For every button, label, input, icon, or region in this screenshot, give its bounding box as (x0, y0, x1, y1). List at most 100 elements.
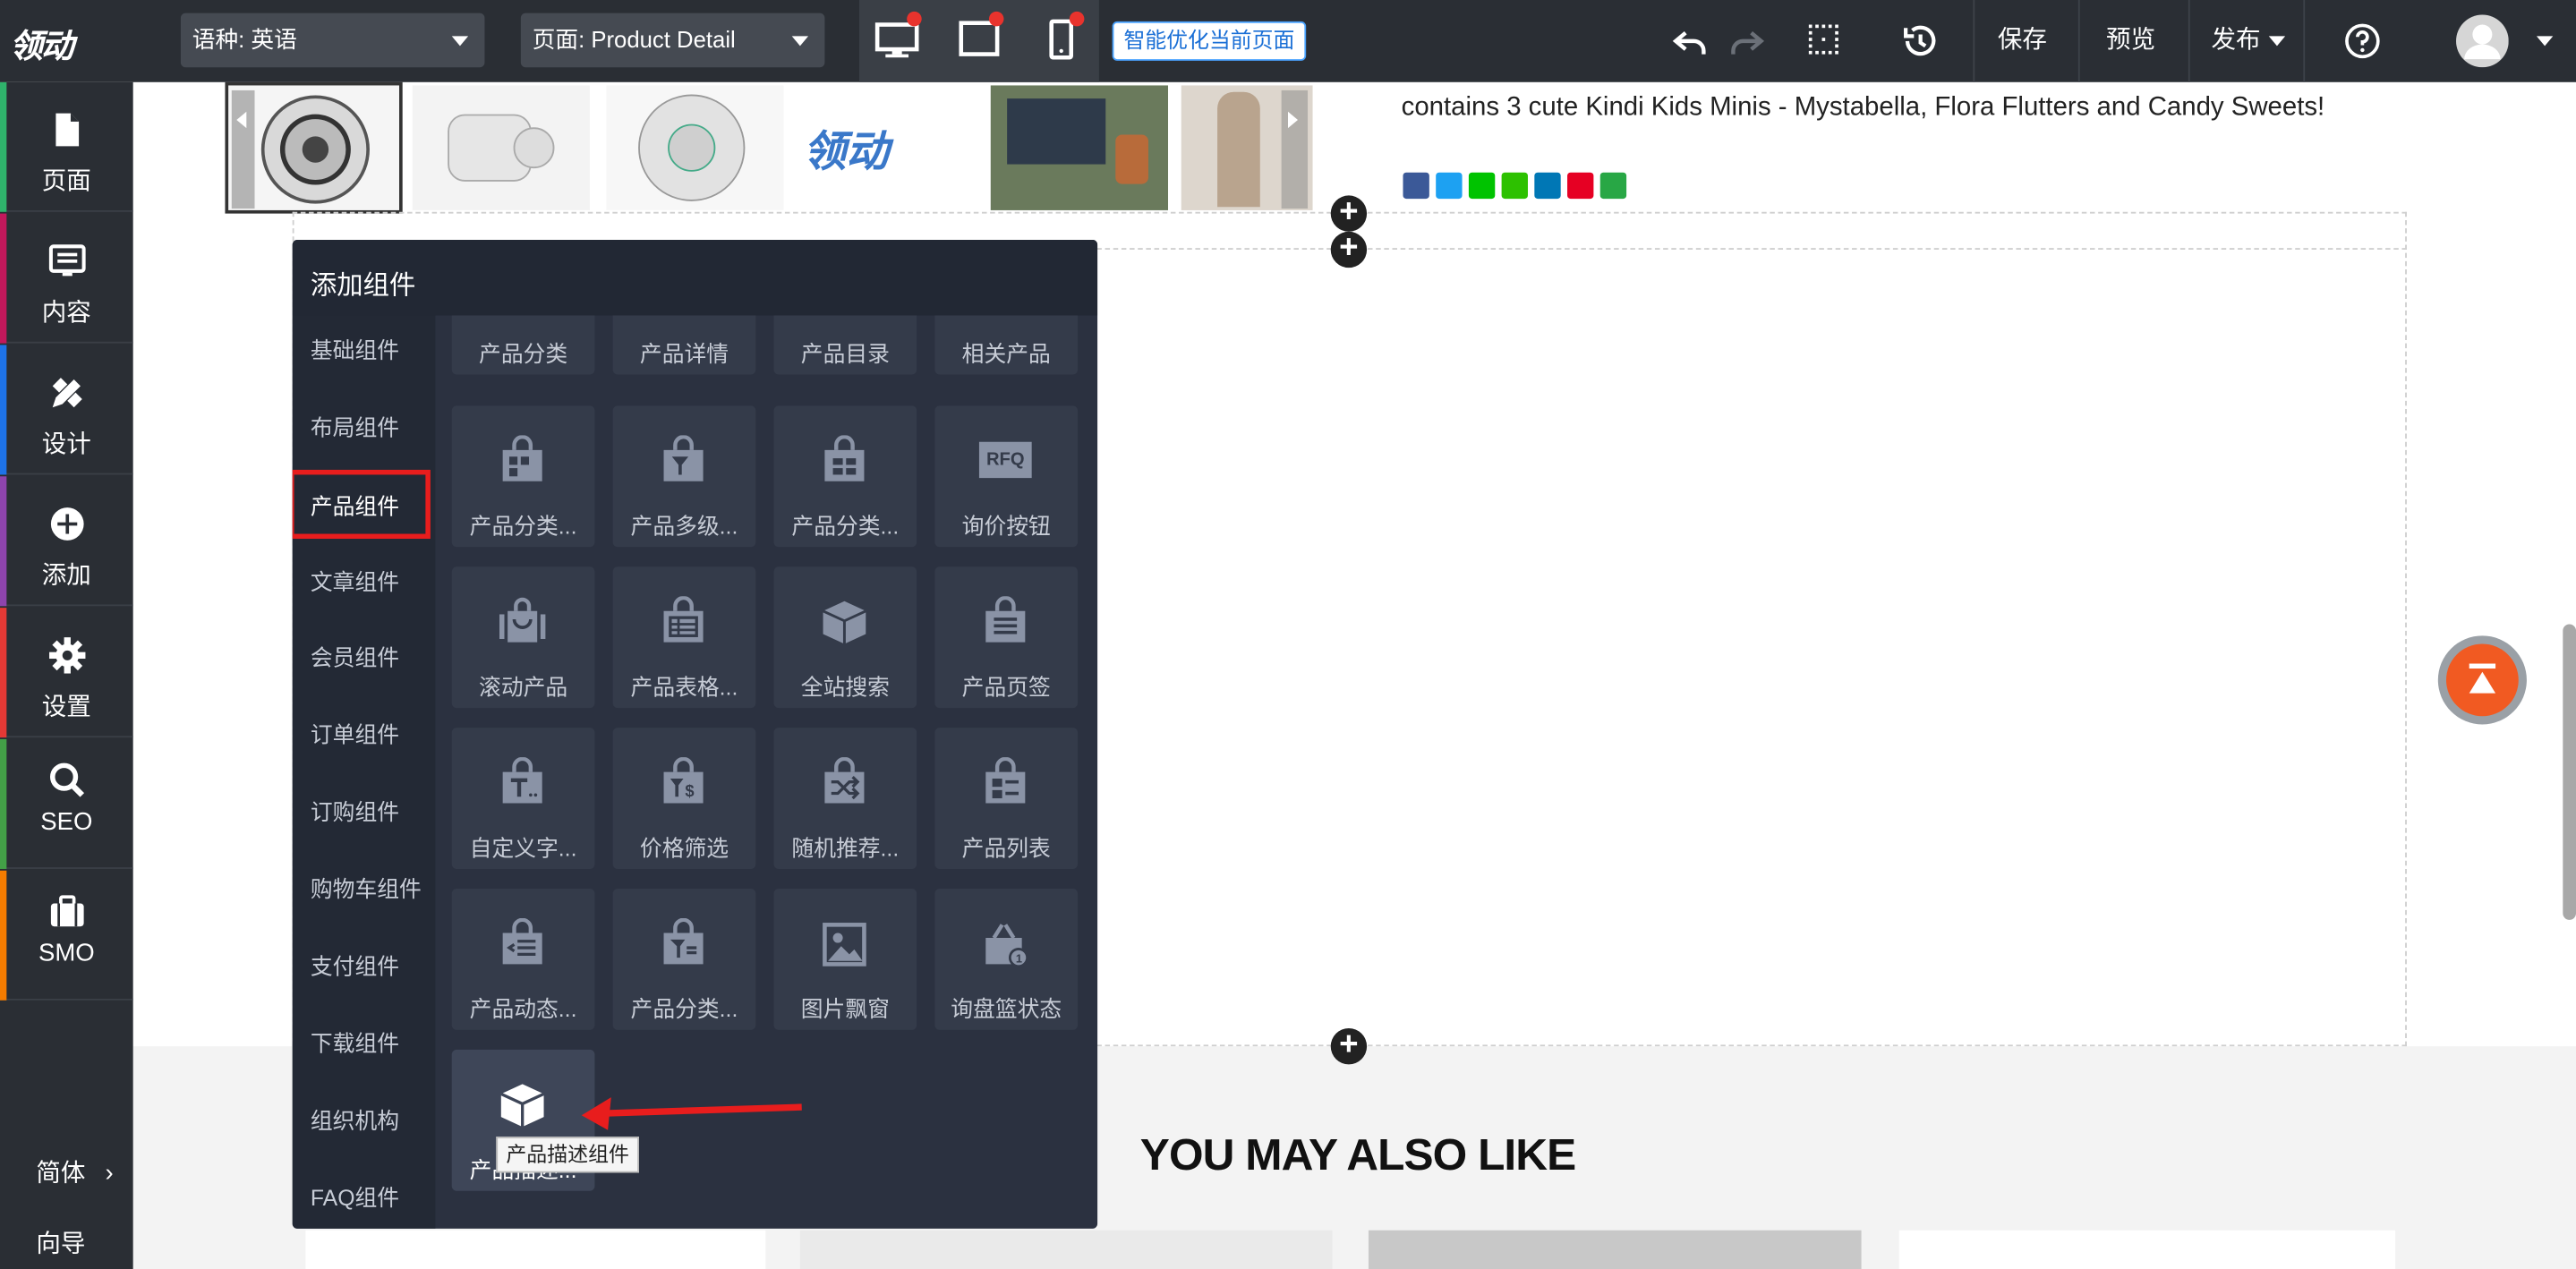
undo-icon[interactable] (1671, 23, 1710, 63)
category-order[interactable]: 订单组件 (293, 703, 436, 769)
component-tile[interactable]: 滚动产品 (451, 566, 595, 709)
grid-icon[interactable] (1805, 21, 1845, 61)
sidebar-item-page[interactable]: 页面 (0, 81, 133, 212)
arrow-up-icon (2469, 663, 2496, 694)
category-payment[interactable]: 支付组件 (293, 934, 436, 1000)
page-icon (55, 113, 80, 147)
tile-label: 全站搜索 (800, 675, 890, 700)
avatar[interactable] (2456, 14, 2509, 68)
sidebar-item-smo[interactable]: SMO (0, 870, 133, 1001)
product-description: contains 3 cute Kindi Kids Minis - Mysta… (1401, 93, 2325, 122)
component-tile[interactable]: $ 价格筛选 (612, 728, 756, 869)
share-icon[interactable] (1599, 172, 1627, 200)
product-card[interactable] (305, 1230, 766, 1269)
thumbnail[interactable] (412, 85, 590, 210)
sidebar-item-settings[interactable]: 设置 (0, 608, 133, 738)
component-tile[interactable]: 产品动态... (451, 888, 595, 1030)
sidebar-item-content[interactable]: 内容 (0, 213, 133, 344)
product-card[interactable] (799, 1230, 1333, 1269)
category-download[interactable]: 下载组件 (293, 1012, 436, 1077)
tile-label: 产品分类... (791, 514, 900, 540)
table-icon (663, 596, 704, 643)
language-switch[interactable]: 简体 › (36, 1154, 113, 1189)
guide-link[interactable]: 向导 (36, 1225, 85, 1260)
logo-image: 领动 (803, 126, 890, 176)
panel-header-mask (435, 239, 1098, 316)
category-basic[interactable]: 基础组件 (293, 319, 436, 384)
tile-label: 随机推荐... (791, 836, 900, 861)
category-purchase[interactable]: 订购组件 (293, 780, 436, 846)
component-tile[interactable]: 产品分类... (451, 405, 595, 548)
scrollbar-thumb[interactable] (2563, 624, 2576, 920)
component-tile[interactable]: 产品表格... (612, 566, 756, 709)
tile-label: 自定义字... (469, 836, 577, 861)
help-icon[interactable] (2342, 21, 2382, 61)
add-section-button[interactable]: + (1330, 1027, 1368, 1065)
preview-button[interactable]: 预览 (2080, 0, 2182, 82)
category-article[interactable]: 文章组件 (293, 550, 436, 616)
photo-image (1217, 91, 1260, 208)
history-icon[interactable] (1899, 21, 1939, 61)
alternator-image (638, 94, 746, 201)
add-section-button[interactable]: + (1330, 231, 1368, 268)
component-tile[interactable]: RFQ 询价按钮 (934, 405, 1079, 548)
product-dynamic-icon (502, 918, 542, 965)
component-tile[interactable]: 产品分类... (612, 888, 756, 1030)
notification-dot (1069, 11, 1085, 27)
chevron-right-icon (1288, 111, 1299, 129)
tile-label: 产品目录 (800, 341, 890, 367)
component-tile[interactable]: 全站搜索 (773, 566, 917, 709)
component-tile[interactable]: 1 询盘篮状态 (934, 888, 1079, 1030)
product-card[interactable] (1368, 1230, 1862, 1269)
back-to-top-button[interactable] (2437, 635, 2527, 725)
wechat-icon[interactable] (1501, 172, 1528, 200)
category-faq[interactable]: FAQ组件 (293, 1166, 436, 1229)
tile-label: 产品动态... (469, 997, 577, 1022)
category-cart[interactable]: 购物车组件 (293, 857, 436, 923)
category-layout[interactable]: 布局组件 (293, 396, 436, 461)
component-tile[interactable]: 自定义字... (451, 728, 595, 869)
sidebar-item-seo[interactable]: SEO (0, 738, 133, 869)
thumbnail-prev-button[interactable] (231, 89, 255, 209)
component-tile[interactable]: 随机推荐... (773, 728, 917, 869)
chevron-down-icon[interactable] (2536, 36, 2554, 47)
sidebar-item-label: 设计 (41, 430, 91, 459)
page-select[interactable]: 页面: Product Detail (520, 13, 825, 68)
section-heading: YOU MAY ALSO LIKE (1139, 1129, 1576, 1180)
thumbnail[interactable]: 领动 (797, 85, 975, 210)
category-product[interactable]: 产品组件 (292, 469, 431, 540)
redo-icon[interactable] (1727, 23, 1766, 63)
alternator-image (448, 114, 555, 182)
tile-label: 产品多级... (630, 514, 738, 540)
chevron-down-icon (791, 36, 809, 47)
thumbnail-next-button[interactable] (1281, 89, 1309, 209)
component-tile[interactable]: 产品列表 (934, 728, 1079, 869)
sidebar-item-label: 设置 (41, 693, 91, 721)
sidebar-item-add[interactable]: 添加 (0, 476, 133, 607)
sidebar-item-label: 添加 (41, 561, 91, 590)
category-member[interactable]: 会员组件 (293, 626, 436, 691)
product-card[interactable] (1898, 1230, 2396, 1269)
thumbnail[interactable] (606, 85, 784, 210)
design-icon (52, 378, 82, 408)
sidebar-item-label: SEO (40, 808, 93, 837)
component-tile[interactable]: 产品多级... (612, 405, 756, 548)
smart-optimize-button[interactable]: 智能优化当前页面 (1112, 21, 1307, 61)
line-icon[interactable] (1468, 172, 1496, 200)
component-tile[interactable]: 产品页签 (934, 566, 1079, 709)
linkedin-icon[interactable] (1534, 172, 1561, 200)
tabs-icon (985, 596, 1026, 643)
component-tile[interactable]: 图片飘窗 (773, 888, 917, 1030)
facebook-icon[interactable] (1403, 172, 1429, 200)
thumbnail[interactable] (990, 85, 1169, 210)
save-button[interactable]: 保存 (1975, 0, 2069, 82)
component-tile[interactable]: 产品分类... (773, 405, 917, 548)
scroll-product-icon (499, 597, 546, 643)
category-organization[interactable]: 组织机构 (293, 1089, 436, 1154)
tile-label: 产品详情 (639, 341, 729, 367)
add-section-button[interactable]: + (1330, 195, 1368, 232)
pinterest-icon[interactable] (1567, 172, 1594, 200)
language-select[interactable]: 语种: 英语 (180, 13, 485, 68)
sidebar-item-design[interactable]: 设计 (0, 345, 133, 475)
twitter-icon[interactable] (1436, 172, 1463, 200)
